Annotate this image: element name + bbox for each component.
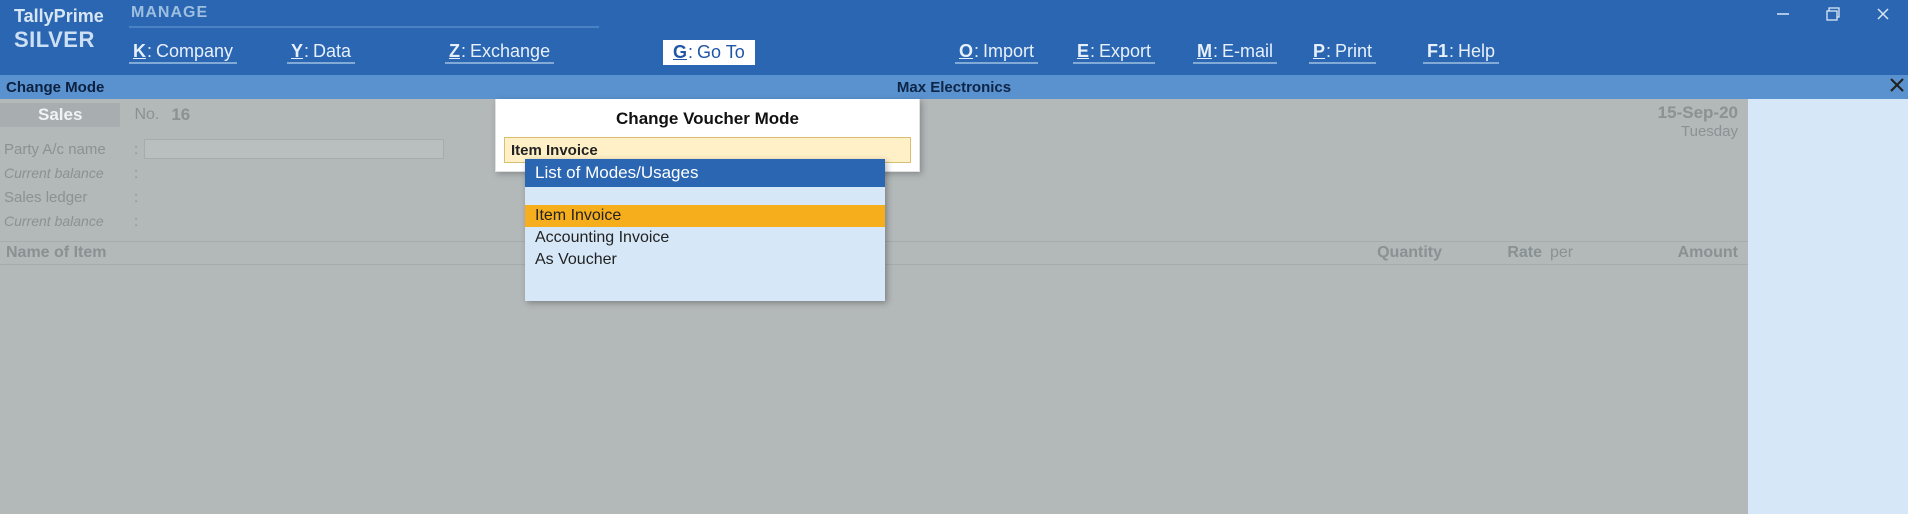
menu-goto[interactable]: G:Go To — [663, 40, 755, 65]
maximize-icon — [1826, 7, 1840, 21]
title-bar: TallyPrime SILVER MANAGE K:Company Y:Dat… — [0, 0, 1908, 75]
party-input[interactable] — [144, 139, 444, 159]
close-icon — [1876, 7, 1890, 21]
menu-import[interactable]: O:Import — [955, 41, 1038, 64]
manage-row: MANAGE — [125, 0, 1908, 30]
close-icon — [1889, 77, 1905, 93]
party-label: Party A/c name — [4, 141, 134, 158]
voucher-date-value: 15-Sep-20 — [1658, 103, 1738, 123]
dropdown-item-item-invoice[interactable]: Item Invoice — [525, 205, 885, 227]
top-right-area: MANAGE K:Company Y:Data Z:Exchange G:Go … — [125, 0, 1908, 75]
window-controls — [1758, 0, 1908, 28]
subbar-close-button[interactable] — [1889, 77, 1905, 98]
app-logo: TallyPrime SILVER — [0, 0, 125, 75]
col-quantity: Quantity — [1312, 244, 1442, 262]
menu-email[interactable]: M:E-mail — [1193, 41, 1277, 64]
menu-export[interactable]: E:Export — [1073, 41, 1155, 64]
voucher-day-value: Tuesday — [1658, 123, 1738, 140]
voucher-type: Sales — [0, 103, 120, 127]
mode-label: Change Mode — [0, 79, 104, 96]
sales-ledger-label: Sales ledger — [4, 189, 134, 206]
menu-help[interactable]: F1:Help — [1423, 41, 1499, 64]
voucher-date: 15-Sep-20 Tuesday — [1658, 103, 1738, 140]
col-per: per — [1542, 244, 1602, 262]
manage-label[interactable]: MANAGE — [129, 2, 599, 28]
minimize-button[interactable] — [1758, 0, 1808, 28]
dropdown-header: List of Modes/Usages — [525, 159, 885, 187]
dropdown-item-as-voucher[interactable]: As Voucher — [525, 249, 885, 271]
app-edition: SILVER — [14, 27, 115, 53]
menu-print[interactable]: P:Print — [1309, 41, 1376, 64]
voucher-no-value: 16 — [171, 105, 190, 125]
current-balance-label-2: Current balance — [4, 213, 134, 229]
menu-company[interactable]: K:Company — [129, 41, 237, 64]
col-amount: Amount — [1602, 244, 1742, 262]
col-rate: Rate — [1442, 244, 1542, 262]
menu-exchange[interactable]: Z:Exchange — [445, 41, 554, 64]
voucher-no-label: No. — [134, 106, 159, 124]
main-area: Sales No. 16 15-Sep-20 Tuesday Party A/c… — [0, 99, 1908, 514]
side-panel — [1748, 99, 1908, 514]
dropdown-item-accounting-invoice[interactable]: Accounting Invoice — [525, 227, 885, 249]
main-menu: K:Company Y:Data Z:Exchange G:Go To O:Im… — [125, 30, 1908, 75]
company-name: Max Electronics — [897, 79, 1011, 96]
popup-input-value: Item Invoice — [511, 142, 598, 159]
close-button[interactable] — [1858, 0, 1908, 28]
maximize-button[interactable] — [1808, 0, 1858, 28]
popup-title: Change Voucher Mode — [496, 99, 919, 137]
sub-bar: Change Mode Max Electronics — [0, 75, 1908, 99]
minimize-icon — [1776, 7, 1790, 21]
menu-data[interactable]: Y:Data — [287, 41, 355, 64]
modes-dropdown: List of Modes/Usages Item Invoice Accoun… — [525, 159, 885, 301]
app-name: TallyPrime — [14, 6, 115, 27]
current-balance-label: Current balance — [4, 165, 134, 181]
